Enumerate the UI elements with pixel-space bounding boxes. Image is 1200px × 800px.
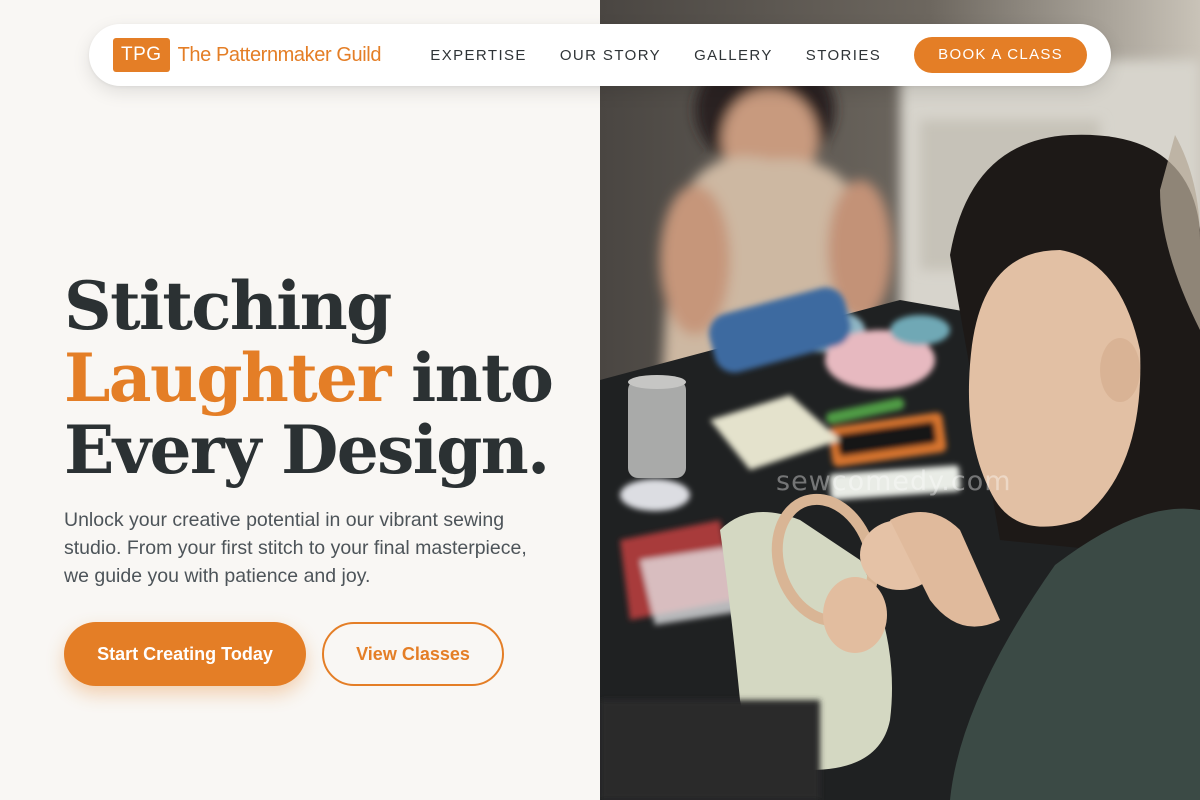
nav-link-stories[interactable]: STORIES [806,47,881,64]
headline-line-1: Stitching [64,267,392,345]
headline-accent-word: Laughter [64,339,391,417]
nav-link-expertise[interactable]: EXPERTISE [430,47,527,64]
hero-buttons: Start Creating Today View Classes [64,622,584,686]
brand-name: The Patternmaker Guild [177,43,382,66]
hero-photo-illustration [600,0,1200,800]
nav-links: EXPERTISE OUR STORY GALLERY STORIES BOOK… [430,37,1087,73]
logo-badge: TPG [113,38,170,72]
headline-line-2: into [389,339,554,417]
view-classes-button[interactable]: View Classes [322,622,504,686]
headline-line-3: Every Design. [64,411,550,489]
start-creating-button[interactable]: Start Creating Today [64,622,306,686]
nav-link-gallery[interactable]: GALLERY [694,47,773,64]
book-class-button[interactable]: BOOK A CLASS [914,37,1087,73]
hero-photo: sewcomedy.com [600,0,1200,800]
watermark: sewcomedy.com [776,466,1012,497]
hero-headline: Stitching Laughter into Every Design. [64,270,584,486]
top-nav: TPG The Patternmaker Guild EXPERTISE OUR… [89,24,1111,86]
hero-lead: Unlock your creative potential in our vi… [64,509,527,587]
hero-section: Stitching Laughter into Every Design. Un… [64,270,584,686]
nav-link-our-story[interactable]: OUR STORY [560,47,661,64]
brand-logo[interactable]: TPG The Patternmaker Guild [113,38,381,72]
